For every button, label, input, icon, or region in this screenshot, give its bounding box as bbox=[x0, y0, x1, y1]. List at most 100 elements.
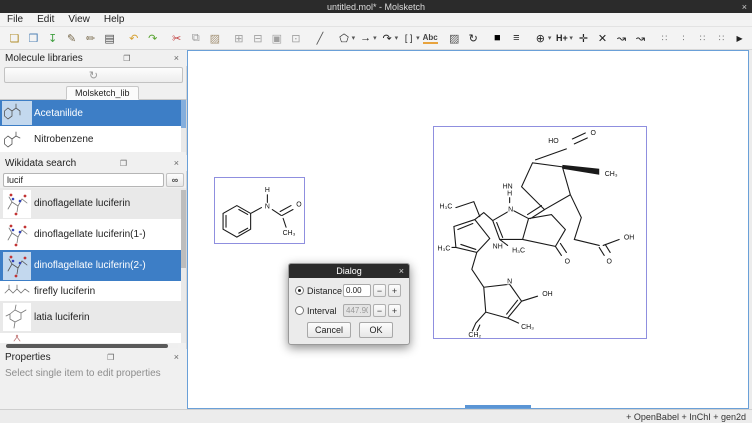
search-button[interactable]: ∞ bbox=[166, 173, 184, 187]
interval-radio[interactable] bbox=[295, 306, 304, 315]
print-icon[interactable]: ▤ bbox=[101, 29, 118, 48]
wikidata-result-partial[interactable] bbox=[0, 333, 181, 343]
interval-value-field[interactable] bbox=[343, 304, 371, 317]
bracket-tool-icon[interactable]: [ ] bbox=[400, 29, 417, 48]
bracket-dropdown-icon[interactable]: ▾ bbox=[416, 34, 420, 42]
tab-molsketch-lib[interactable]: Molsketch_lib bbox=[66, 86, 139, 100]
atom-label: H₃C bbox=[440, 204, 453, 211]
window-close-icon[interactable]: × bbox=[742, 0, 747, 13]
delete-tool-icon[interactable]: ✕ bbox=[594, 29, 611, 48]
luciferin-selection-rect[interactable]: HO O HN CH₃ H N OH O H₃C H₃C NH H₃C O N … bbox=[433, 126, 647, 339]
distance-minus-button[interactable]: − bbox=[373, 284, 386, 297]
charge-tool-icon[interactable]: ⊕ bbox=[532, 29, 549, 48]
copy-icon[interactable]: ⧉ bbox=[187, 29, 204, 48]
export-icon[interactable]: ✏ bbox=[82, 29, 99, 48]
atom-label: CH₃ bbox=[605, 171, 618, 178]
interval-label: Interval bbox=[307, 306, 343, 316]
mechanism-arrow-icon[interactable]: ↷ bbox=[379, 29, 396, 48]
libraries-close-icon[interactable]: × bbox=[171, 53, 182, 63]
wikidata-close-icon[interactable]: × bbox=[171, 158, 182, 168]
library-refresh-button[interactable]: ↻ bbox=[4, 67, 183, 83]
wikidata-result[interactable]: dinoflagellate luciferin(1-) bbox=[0, 219, 181, 250]
library-item-nitrobenzene[interactable]: Nitrobenzene bbox=[0, 126, 181, 152]
cancel-button[interactable]: Cancel bbox=[307, 322, 351, 338]
libraries-float-icon[interactable]: ❐ bbox=[120, 54, 133, 63]
interval-plus-button[interactable]: + bbox=[388, 304, 401, 317]
molecule-thumbnail bbox=[3, 252, 31, 280]
electron-flow-pair-icon[interactable]: ↝ bbox=[632, 29, 649, 48]
save-icon[interactable]: ↧ bbox=[44, 29, 61, 48]
paste-icon[interactable]: ▨ bbox=[206, 29, 223, 48]
color-swatch-icon[interactable]: ■ bbox=[489, 29, 506, 48]
toolbar-extension-icon[interactable]: ▶ bbox=[731, 29, 748, 48]
electron-flow-single-icon[interactable]: ↝ bbox=[613, 29, 630, 48]
wikidata-hscrollbar[interactable] bbox=[3, 344, 178, 348]
dialog-title: Dialog bbox=[336, 266, 362, 276]
dialog-close-icon[interactable]: × bbox=[399, 266, 404, 276]
acetanilide-selection-rect[interactable]: H N O CH₃ bbox=[214, 177, 305, 244]
zoom-original-icon[interactable]: ▣ bbox=[268, 29, 285, 48]
interval-minus-button[interactable]: − bbox=[373, 304, 386, 317]
mechanism-dropdown-icon[interactable]: ▾ bbox=[395, 34, 399, 42]
wikidata-search-input[interactable] bbox=[3, 173, 164, 187]
library-tab-bar: Molsketch_lib bbox=[0, 86, 187, 100]
atom-label: CH₃ bbox=[521, 324, 534, 331]
menu-file[interactable]: File bbox=[0, 14, 30, 25]
new-document-icon[interactable]: ❏ bbox=[6, 29, 23, 48]
text-tool-icon[interactable]: Abc bbox=[422, 29, 439, 48]
wikidata-result-selected[interactable]: dinoflagellate luciferin(2-) bbox=[0, 250, 181, 281]
molecule-thumbnail bbox=[3, 283, 31, 299]
properties-close-icon[interactable]: × bbox=[171, 352, 182, 362]
zoom-fit-icon[interactable]: ⊡ bbox=[287, 29, 304, 48]
library-scrollbar[interactable] bbox=[181, 100, 186, 152]
properties-float-icon[interactable]: ❐ bbox=[104, 353, 117, 362]
hydrogen-tool-icon[interactable]: H+ bbox=[553, 29, 570, 48]
dialog-title-bar[interactable]: Dialog × bbox=[289, 264, 409, 278]
wikidata-result[interactable]: dinoflagellate luciferin bbox=[0, 188, 181, 219]
library-item-acetanilide[interactable]: Acetanilide bbox=[0, 100, 181, 126]
hydrogen-dropdown-icon[interactable]: ▾ bbox=[569, 34, 573, 42]
wikidata-result-label: latia luciferin bbox=[34, 312, 90, 323]
rotate-tool-icon[interactable]: ↻ bbox=[465, 29, 482, 48]
move-tool-icon[interactable]: ✛ bbox=[575, 29, 592, 48]
redo-icon[interactable]: ↷ bbox=[144, 29, 161, 48]
draw-tool-icon[interactable]: ╱ bbox=[311, 29, 328, 48]
line-width-icon[interactable]: ≡ bbox=[508, 29, 525, 48]
open-file-icon[interactable]: ❒ bbox=[25, 29, 42, 48]
zoom-in-icon[interactable]: ⊞ bbox=[230, 29, 247, 48]
menu-edit[interactable]: Edit bbox=[30, 14, 61, 25]
distribute-vertical-icon[interactable]: ∷ bbox=[713, 29, 730, 48]
wikidata-result[interactable]: firefly luciferin bbox=[0, 281, 181, 301]
canvas-hscrollbar-thumb[interactable] bbox=[465, 405, 531, 408]
drawing-canvas[interactable]: H N O CH₃ HO O HN CH₃ H N OH O H₃C H₃C N bbox=[187, 50, 749, 409]
ring-tool-icon[interactable]: ⬠ bbox=[336, 29, 353, 48]
wikidata-hscrollbar-thumb[interactable] bbox=[6, 344, 168, 348]
library-scrollbar-thumb[interactable] bbox=[181, 100, 186, 128]
distance-plus-button[interactable]: + bbox=[388, 284, 401, 297]
distance-radio[interactable] bbox=[295, 286, 304, 295]
reaction-arrow-icon[interactable]: → bbox=[357, 29, 374, 48]
luciferin-molecule[interactable]: HO O HN CH₃ H N OH O H₃C H₃C NH H₃C O N … bbox=[434, 127, 646, 338]
wikidata-scrollbar-thumb[interactable] bbox=[181, 190, 186, 268]
undo-icon[interactable]: ↶ bbox=[125, 29, 142, 48]
save-as-icon[interactable]: ✎ bbox=[63, 29, 80, 48]
dialog-window[interactable]: Dialog × Distance − + Interval − + Cance… bbox=[288, 263, 410, 345]
zoom-out-icon[interactable]: ⊟ bbox=[249, 29, 266, 48]
charge-dropdown-icon[interactable]: ▾ bbox=[548, 34, 552, 42]
ok-button[interactable]: OK bbox=[359, 322, 393, 338]
align-horizontal-icon[interactable]: ∷ bbox=[656, 29, 673, 48]
wikidata-scrollbar[interactable] bbox=[181, 188, 186, 343]
atom-label: H₃C bbox=[438, 245, 451, 252]
wikidata-result[interactable]: latia luciferin bbox=[0, 301, 181, 333]
distribute-horizontal-icon[interactable]: ∷ bbox=[694, 29, 711, 48]
arrow-dropdown-icon[interactable]: ▾ bbox=[373, 34, 377, 42]
cut-icon[interactable]: ✂ bbox=[168, 29, 185, 48]
menu-help[interactable]: Help bbox=[97, 14, 132, 25]
menu-view[interactable]: View bbox=[61, 14, 97, 25]
hatch-tool-icon[interactable]: ▨ bbox=[446, 29, 463, 48]
distance-value-field[interactable] bbox=[343, 284, 371, 297]
ring-dropdown-icon[interactable]: ▾ bbox=[352, 34, 356, 42]
align-vertical-icon[interactable]: ∶ bbox=[675, 29, 692, 48]
wikidata-float-icon[interactable]: ❐ bbox=[117, 159, 130, 168]
acetanilide-molecule[interactable]: H N O CH₃ bbox=[215, 178, 304, 243]
